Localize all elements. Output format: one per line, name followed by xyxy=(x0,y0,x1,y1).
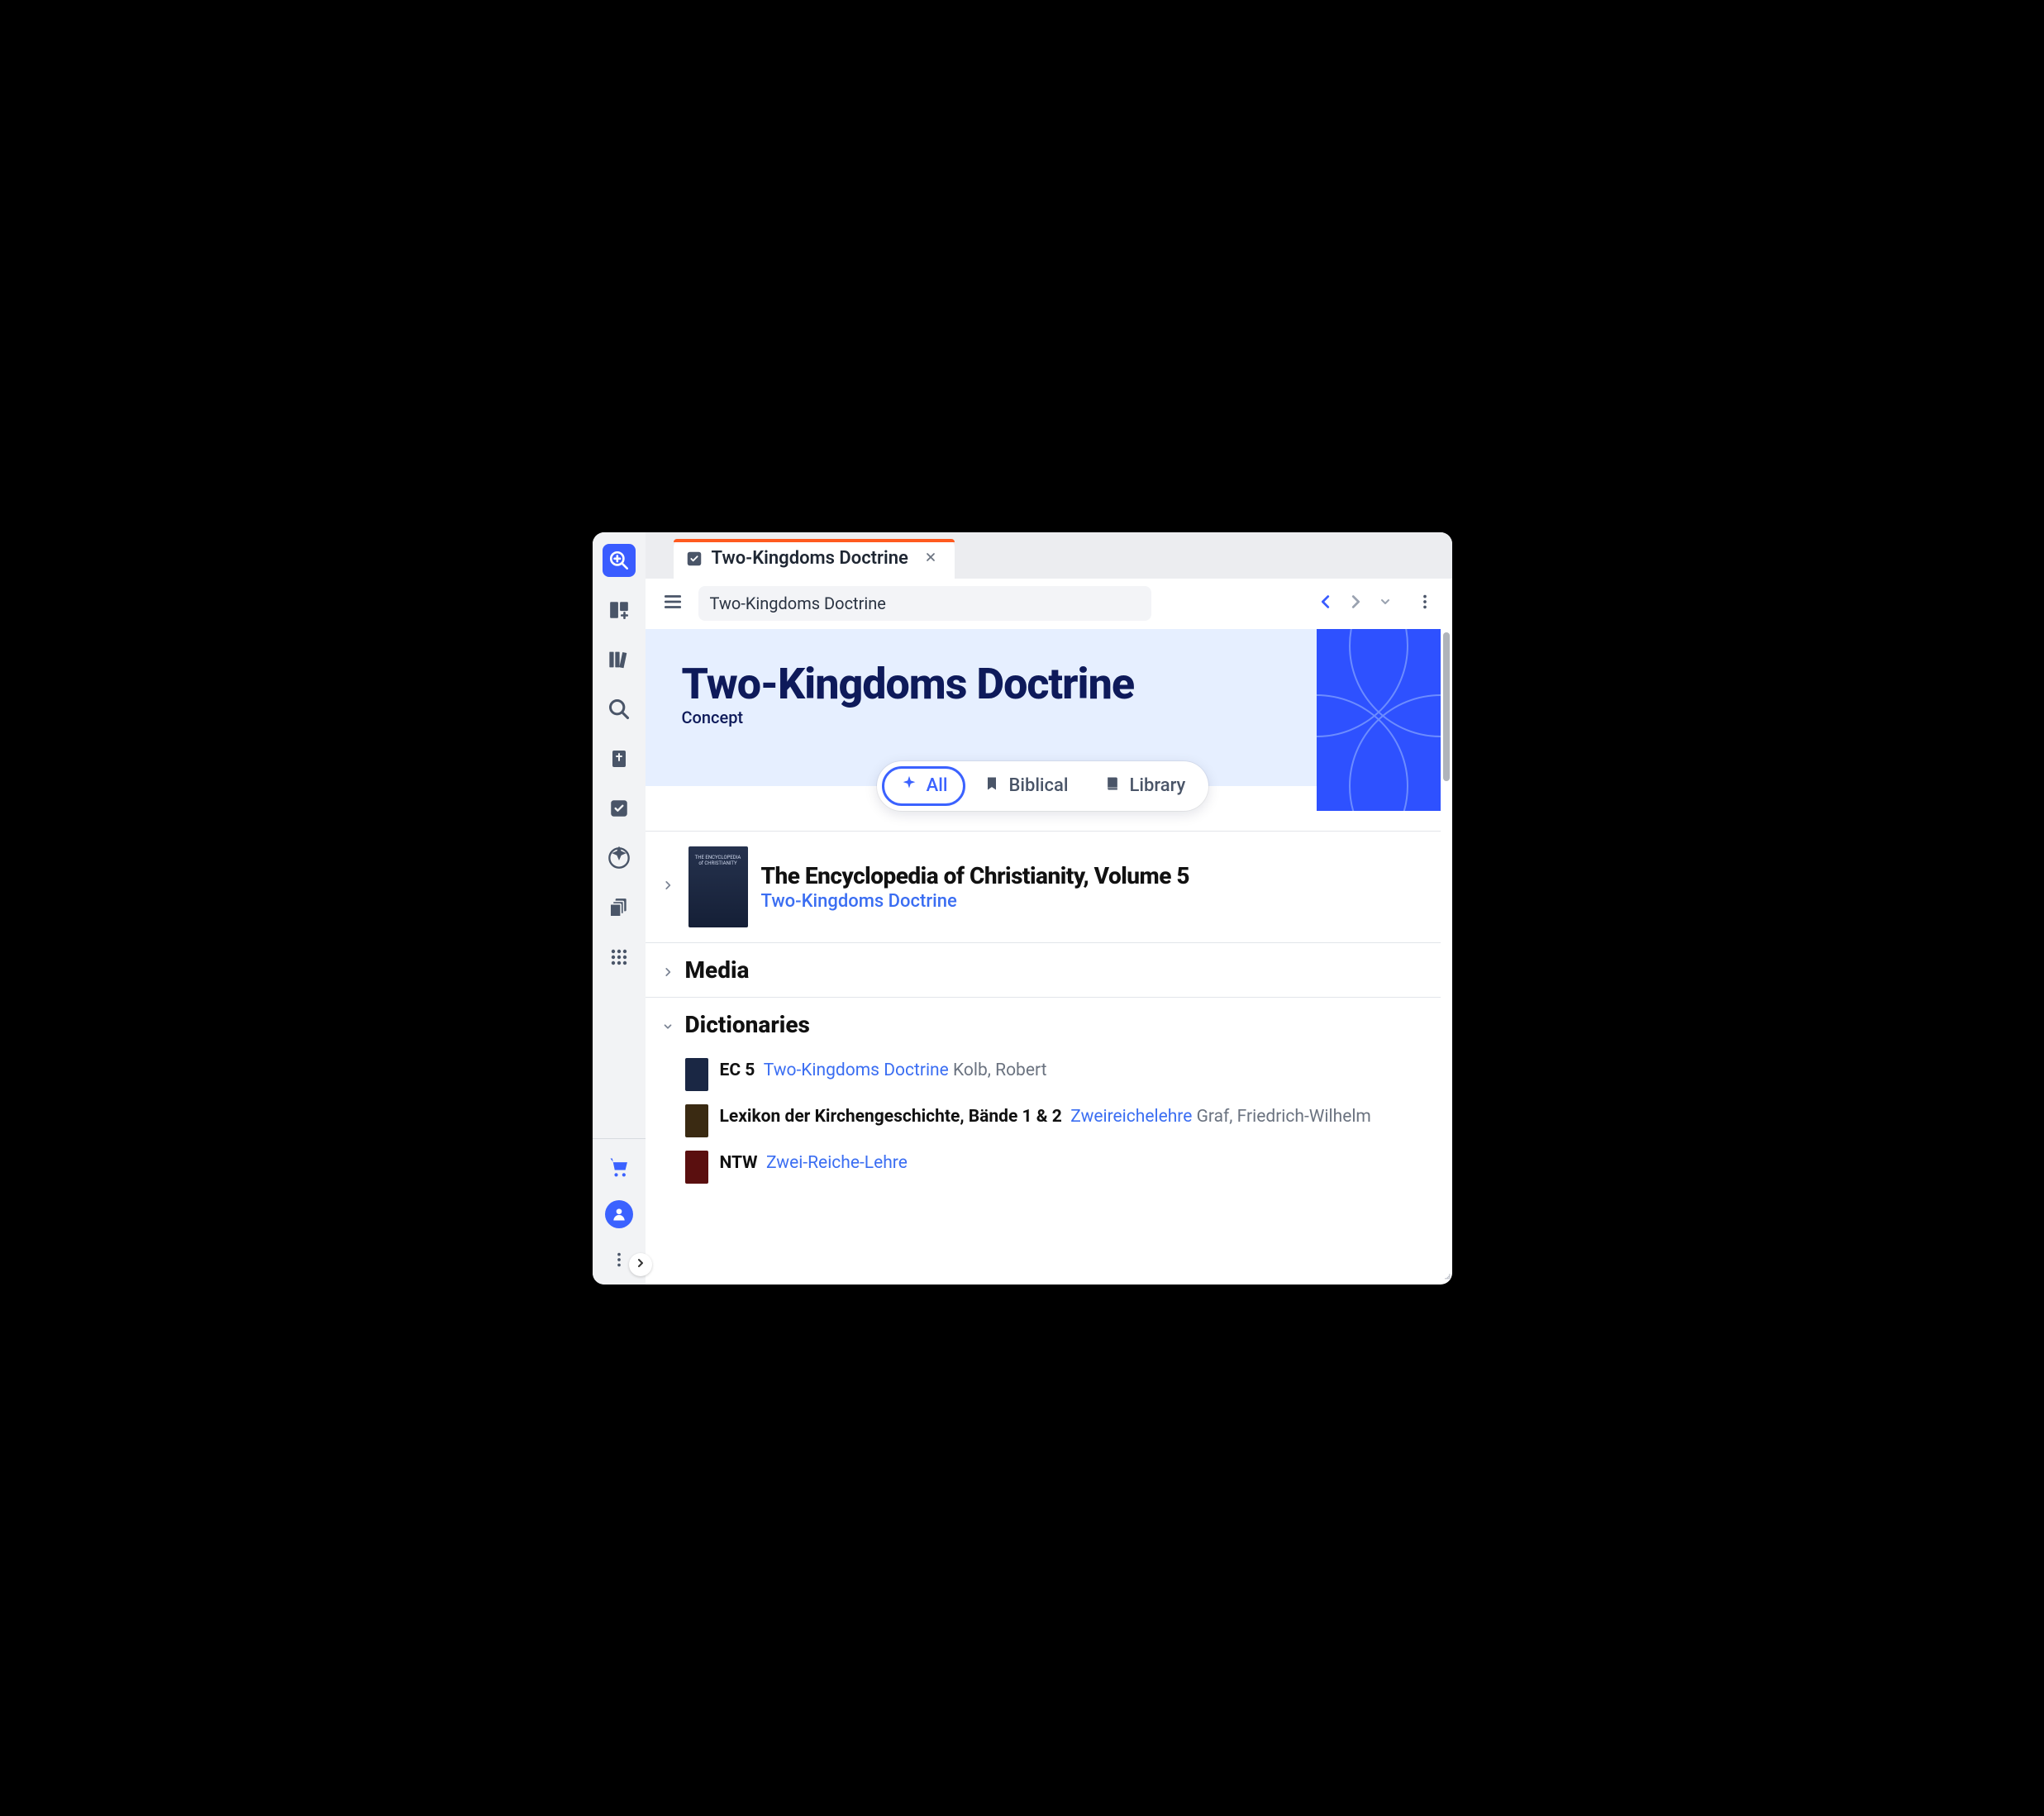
tab-label: Two-Kingdoms Doctrine xyxy=(712,548,908,569)
key-article-link[interactable]: Two-Kingdoms Doctrine xyxy=(761,891,1190,912)
dictionary-thumbnail xyxy=(685,1104,708,1137)
sidebar-factbook-button[interactable] xyxy=(603,792,636,825)
section-dictionaries-label: Dictionaries xyxy=(685,1011,810,1038)
search-icon xyxy=(607,698,631,721)
chevron-right-icon xyxy=(662,956,674,984)
user-icon xyxy=(611,1206,627,1223)
sidebar-divider xyxy=(593,1138,646,1139)
main-panel: Two-Kingdoms Doctrine Two-Kingdoms Doctr… xyxy=(646,532,1452,1285)
grid-icon xyxy=(609,947,629,967)
key-article-text: The Encyclopedia of Christianity, Volume… xyxy=(761,862,1190,912)
chevron-right-icon xyxy=(662,879,674,894)
dictionary-abbr: NTW xyxy=(720,1153,758,1173)
more-vertical-icon xyxy=(610,1251,628,1272)
sidebar-expand-button[interactable] xyxy=(629,1253,652,1276)
sidebar-store-button[interactable] xyxy=(603,1151,636,1184)
section-media-chevron xyxy=(660,956,675,984)
key-article-title: The Encyclopedia of Christianity, Volume… xyxy=(761,862,1190,889)
scrollbar-thumb[interactable] xyxy=(1443,632,1450,781)
filter-pill-all[interactable]: All xyxy=(882,766,966,806)
nav-back-button[interactable] xyxy=(1312,588,1340,619)
reference-input-value: Two-Kingdoms Doctrine xyxy=(710,593,886,613)
tab-active[interactable]: Two-Kingdoms Doctrine xyxy=(674,539,955,579)
shopping-cart-icon xyxy=(607,1156,631,1179)
chevron-right-icon xyxy=(634,1256,647,1273)
dictionary-thumbnail xyxy=(685,1058,708,1091)
book-icon xyxy=(1104,775,1121,797)
dictionary-item[interactable]: Lexikon der Kirchengeschichte, Bände 1 &… xyxy=(646,1098,1441,1144)
sidebar-search-button[interactable] xyxy=(603,693,636,726)
library-icon xyxy=(607,648,631,671)
filter-pill-biblical[interactable]: Biblical xyxy=(965,767,1086,805)
sidebar-account-button[interactable] xyxy=(605,1200,633,1228)
chevron-right-icon xyxy=(1346,593,1365,614)
sparkle-icon xyxy=(900,775,918,798)
dictionary-item[interactable]: EC 5 Two-Kingdoms Doctrine Kolb, Robert xyxy=(646,1051,1441,1098)
dictionary-link[interactable]: Zwei-Reiche-Lehre xyxy=(766,1153,908,1173)
close-icon xyxy=(924,551,937,567)
chevron-down-icon xyxy=(662,1011,674,1038)
sidebar-bible-button[interactable] xyxy=(603,742,636,775)
key-article-expand[interactable] xyxy=(660,879,675,894)
filter-pill-all-label: All xyxy=(927,775,948,796)
section-dictionaries[interactable]: Dictionaries xyxy=(646,997,1441,1051)
section-media[interactable]: Media xyxy=(646,942,1441,997)
nav-buttons xyxy=(1312,588,1399,619)
scrollbar[interactable] xyxy=(1441,629,1452,1285)
magnify-plus-icon xyxy=(608,550,630,571)
panel-menu-button[interactable] xyxy=(657,588,688,619)
dictionary-author: Graf, Friedrich-Wilhelm xyxy=(1197,1107,1371,1127)
sidebar-tools-button[interactable] xyxy=(603,941,636,974)
factbook-tab-icon xyxy=(685,550,703,568)
sidebar-home-button[interactable] xyxy=(603,544,636,577)
content-area: Two-Kingdoms Doctrine Concept All Biblic… xyxy=(646,629,1452,1285)
reference-input[interactable]: Two-Kingdoms Doctrine xyxy=(698,586,1151,621)
nav-history-button[interactable] xyxy=(1371,588,1399,619)
sidebar-library-button[interactable] xyxy=(603,643,636,676)
tabstrip: Two-Kingdoms Doctrine xyxy=(646,532,1452,579)
filter-pill-biblical-label: Biblical xyxy=(1008,775,1068,796)
sidebar-guides-button[interactable] xyxy=(603,841,636,875)
chevron-left-icon xyxy=(1317,593,1335,614)
sidebar xyxy=(593,532,646,1285)
nav-forward-button[interactable] xyxy=(1341,588,1370,619)
sidebar-docs-button[interactable] xyxy=(603,891,636,924)
panel-more-button[interactable] xyxy=(1409,588,1441,619)
key-article-row[interactable]: THE ENCYCLOPEDIA of CHRISTIANITY The Enc… xyxy=(646,831,1441,942)
compass-icon xyxy=(607,846,631,870)
toolbar: Two-Kingdoms Doctrine xyxy=(646,579,1452,629)
dictionary-link[interactable]: Zweireichelehre xyxy=(1070,1107,1192,1127)
dictionary-link[interactable]: Two-Kingdoms Doctrine xyxy=(764,1061,949,1080)
documents-icon xyxy=(608,897,630,918)
results-list: THE ENCYCLOPEDIA of CHRISTIANITY The Enc… xyxy=(646,811,1441,1190)
dictionary-item[interactable]: NTW Zwei-Reiche-Lehre xyxy=(646,1144,1441,1190)
layouts-icon xyxy=(608,599,630,621)
dictionary-thumbnail xyxy=(685,1151,708,1184)
tab-close-button[interactable] xyxy=(920,548,941,570)
factbook-icon xyxy=(608,798,630,819)
scroll-area: Two-Kingdoms Doctrine Concept All Biblic… xyxy=(646,629,1441,1285)
app-window: Two-Kingdoms Doctrine Two-Kingdoms Doctr… xyxy=(593,532,1452,1285)
book-thumbnail: THE ENCYCLOPEDIA of CHRISTIANITY xyxy=(688,846,748,927)
bookmark-icon xyxy=(984,775,1000,797)
dictionary-abbr: EC 5 xyxy=(720,1061,755,1080)
hero-artwork xyxy=(1317,629,1441,811)
section-media-label: Media xyxy=(685,956,750,984)
filter-pills: All Biblical Library xyxy=(877,761,1209,811)
menu-icon xyxy=(662,591,684,616)
filter-pill-library-label: Library xyxy=(1129,775,1185,796)
resize-grip-icon[interactable] xyxy=(1439,1267,1451,1283)
filter-pill-library[interactable]: Library xyxy=(1086,767,1203,805)
chevron-down-icon xyxy=(1379,595,1392,612)
more-vertical-icon xyxy=(1416,593,1434,614)
bible-icon xyxy=(609,749,629,769)
dictionary-author: Kolb, Robert xyxy=(953,1061,1046,1080)
sidebar-layouts-button[interactable] xyxy=(603,593,636,627)
tab-active-indicator xyxy=(674,539,955,542)
section-dictionaries-chevron xyxy=(660,1011,675,1038)
dictionary-abbr: Lexikon der Kirchengeschichte, Bände 1 &… xyxy=(720,1107,1062,1127)
